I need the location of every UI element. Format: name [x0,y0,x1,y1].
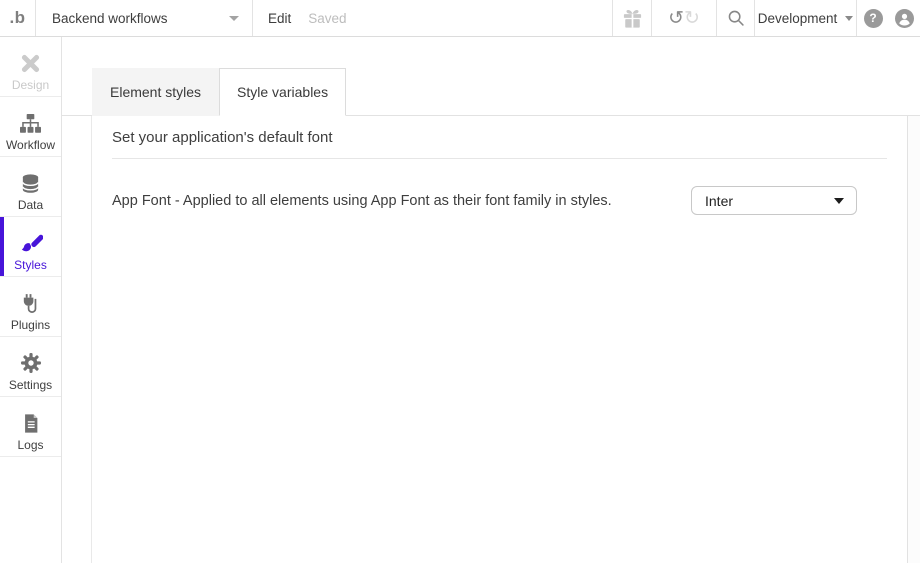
sidebar-item-data[interactable]: Data [0,157,61,217]
design-tools-icon [19,49,42,77]
account-area: ? [856,0,920,36]
sidebar-item-label: Logs [17,439,43,451]
search-button[interactable] [716,0,754,36]
plug-icon [19,289,42,317]
sidebar-item-label: Styles [14,259,47,271]
sidebar-item-label: Plugins [11,319,50,331]
heading-divider [112,158,887,159]
editor-body: Design Workflow [0,37,920,563]
help-icon[interactable]: ? [864,9,883,28]
bubble-editor: .b Backend workflows Edit Saved [0,0,920,563]
document-icon [21,409,41,437]
topbar-spacer [347,0,612,36]
edit-menu[interactable]: Edit [268,0,291,36]
gift-icon [622,8,643,29]
history-controls: ↺ ↻ [651,0,716,36]
app-font-select-value: Inter [705,193,733,209]
account-icon[interactable] [895,9,914,28]
scrollbar-track[interactable] [908,116,920,563]
tab-element-styles[interactable]: Element styles [92,68,219,116]
main-content: Element styles Style variables Set your … [62,37,920,563]
workflow-sitemap-icon [19,109,42,137]
page-selector-value: Backend workflows [52,11,168,26]
app-font-label: App Font - Applied to all elements using… [112,193,691,209]
default-font-heading: Set your application's default font [92,116,907,158]
database-icon [20,169,41,197]
sidebar-item-plugins[interactable]: Plugins [0,277,61,337]
styles-tabstrip: Element styles Style variables [62,37,920,116]
sidebar-item-settings[interactable]: Settings [0,337,61,397]
sidebar-item-label: Workflow [6,139,55,151]
search-icon [726,8,746,28]
chevron-down-icon [834,198,844,204]
whats-new-button[interactable] [612,0,651,36]
tab-style-variables[interactable]: Style variables [219,68,346,116]
bubble-logo[interactable]: .b [0,0,36,36]
app-font-select[interactable]: Inter [691,186,857,215]
sidebar-item-label: Data [18,199,43,211]
gear-icon [20,349,42,377]
sidebar-item-logs[interactable]: Logs [0,397,61,457]
app-font-row: App Font - Applied to all elements using… [112,186,857,215]
environment-value: Development [758,11,838,26]
page-selector-dropdown[interactable]: Backend workflows [36,0,253,36]
environment-selector[interactable]: Development [754,0,856,36]
sidebar-item-label: Settings [9,379,52,391]
chevron-down-icon [845,16,853,21]
paintbrush-icon [19,229,43,257]
sidebar-item-styles[interactable]: Styles [0,217,61,277]
topbar: .b Backend workflows Edit Saved [0,0,920,37]
sidebar-item-label: Design [12,79,49,91]
undo-icon[interactable]: ↺ [668,9,684,28]
chevron-down-icon [229,16,239,21]
style-variables-panel: Set your application's default font App … [91,116,908,563]
save-status: Saved [308,0,346,36]
sidebar-item-design[interactable]: Design [0,37,61,97]
sidebar-item-workflow[interactable]: Workflow [0,97,61,157]
sidebar: Design Workflow [0,37,62,563]
redo-icon[interactable]: ↻ [684,9,700,28]
